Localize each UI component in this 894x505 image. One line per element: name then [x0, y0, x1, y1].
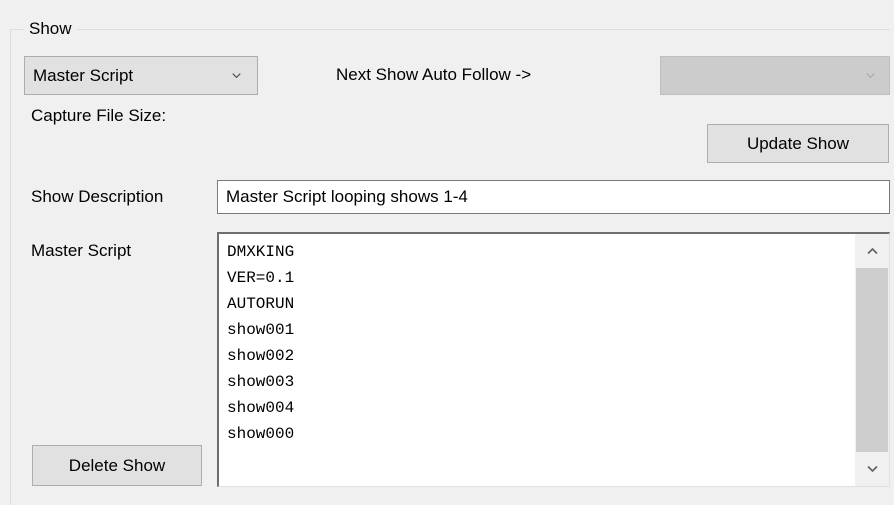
update-show-button[interactable]: Update Show	[707, 124, 889, 163]
script-line: show004	[227, 399, 295, 417]
scroll-down-button[interactable]	[855, 452, 889, 486]
scroll-up-arrow-icon	[867, 247, 878, 255]
script-line: DMXKING	[227, 243, 295, 261]
script-line: show003	[227, 373, 295, 391]
next-show-label: Next Show Auto Follow ->	[336, 65, 532, 84]
delete-show-button[interactable]: Delete Show	[32, 445, 202, 486]
groupbox-title: Show	[24, 18, 77, 40]
master-script-textarea[interactable]: DMXKING VER=0.1 AUTORUN show001 show002 …	[217, 232, 890, 487]
script-line: show002	[227, 347, 295, 365]
show-description-input[interactable]: Master Script looping shows 1-4	[217, 180, 890, 214]
chevron-down-icon	[866, 73, 875, 79]
vertical-scrollbar[interactable]	[855, 234, 889, 486]
chevron-down-icon	[232, 73, 241, 79]
show-select-dropdown[interactable]: Master Script	[24, 56, 258, 95]
script-line: show001	[227, 321, 295, 339]
master-script-lines: DMXKING VER=0.1 AUTORUN show001 show002 …	[227, 239, 294, 447]
script-line: AUTORUN	[227, 295, 295, 313]
scroll-up-button[interactable]	[855, 234, 889, 268]
scroll-down-arrow-icon	[867, 465, 878, 473]
show-description-value: Master Script looping shows 1-4	[226, 187, 468, 206]
scrollbar-thumb[interactable]	[856, 268, 888, 452]
capture-file-size-label: Capture File Size:	[31, 106, 167, 125]
next-show-dropdown[interactable]	[660, 56, 890, 95]
script-line: VER=0.1	[227, 269, 295, 287]
show-select-value: Master Script	[33, 66, 134, 85]
script-line: show000	[227, 425, 295, 443]
show-description-label: Show Description	[31, 187, 164, 206]
master-script-label: Master Script	[31, 241, 132, 260]
